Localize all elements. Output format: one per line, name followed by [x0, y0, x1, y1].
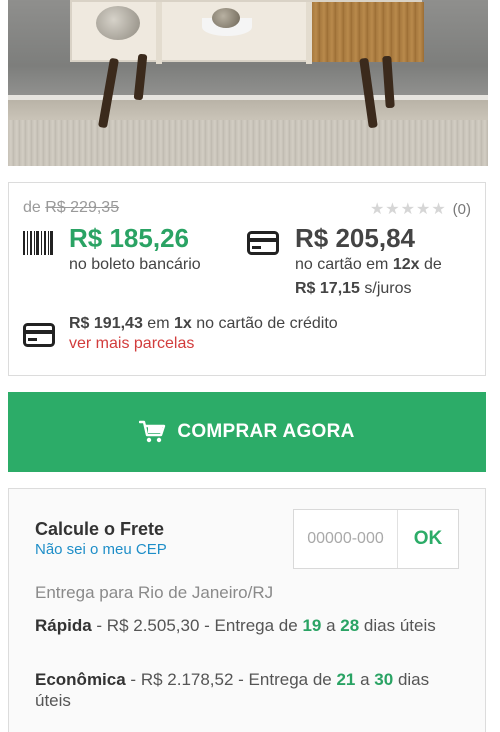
old-price-row: de R$ 229,35 — [23, 199, 119, 217]
unknown-cep-link[interactable]: Não sei o meu CEP — [35, 541, 167, 558]
single-payment-suffix: no cartão de crédito — [196, 315, 338, 332]
shipping-between: a — [355, 670, 375, 689]
cep-ok-button[interactable]: OK — [398, 510, 458, 568]
shipping-separator: - — [91, 616, 107, 635]
boleto-note: no boleto bancário — [69, 256, 201, 273]
card-price: R$ 205,84 — [295, 223, 415, 253]
star-icon: ★★★★★ — [369, 201, 447, 218]
single-payment-price: R$ 191,43 — [69, 315, 143, 332]
shipping-option: Econômica - R$ 2.178,52 - Entrega de 21 … — [35, 669, 467, 711]
old-price: R$ 229,35 — [45, 199, 120, 216]
buy-now-button[interactable]: COMPRAR AGORA — [8, 392, 486, 472]
card-installments: 12x — [392, 256, 420, 273]
cep-input[interactable] — [294, 510, 398, 568]
more-installments-link[interactable]: ver mais parcelas — [69, 335, 194, 353]
shipping-separator: - — [125, 670, 141, 689]
cart-icon — [139, 420, 166, 443]
shipping-separator: - Entrega de — [233, 670, 337, 689]
image-rug — [8, 120, 488, 166]
shipping-min-days: 19 — [302, 616, 322, 635]
credit-card-icon — [247, 231, 279, 255]
freight-title: Calcule o Frete — [35, 519, 165, 539]
shipping-min-days: 21 — [336, 670, 356, 689]
old-price-prefix: de — [23, 199, 41, 216]
rating[interactable]: ★★★★★ (0) — [370, 199, 471, 219]
single-payment-line: R$ 191,43 em 1x no cartão de crédito — [69, 315, 338, 333]
image-cabinet — [70, 0, 424, 64]
card-installment-value-note: R$ 17,15 s/juros — [295, 280, 412, 298]
shipping-option: Rápida - R$ 2.505,30 - Entrega de 19 a 2… — [35, 615, 467, 636]
card-note-prefix: no cartão em — [295, 256, 389, 273]
image-wood-door — [312, 2, 424, 62]
cep-form: OK — [293, 509, 459, 569]
shipping-max-days: 28 — [340, 616, 360, 635]
price-box: de R$ 229,35 ★★★★★ (0) R$ 185,26 no bole… — [8, 182, 486, 376]
image-decor-ball — [212, 8, 240, 28]
credit-card-icon — [23, 323, 55, 347]
deliver-to-label: Entrega para Rio de Janeiro/RJ — [35, 583, 274, 602]
product-image — [8, 0, 488, 166]
rating-count: (0) — [452, 200, 471, 218]
shipping-option-price: R$ 2.505,30 — [106, 616, 200, 635]
shipping-option-price: R$ 2.178,52 — [140, 670, 234, 689]
image-vase — [96, 6, 140, 40]
buy-now-label: COMPRAR AGORA — [177, 421, 355, 442]
shipping-option-name: Rápida — [35, 616, 92, 635]
card-installments-note: no cartão em 12x de — [295, 256, 442, 274]
shipping-max-days: 30 — [374, 670, 394, 689]
shipping-separator: - Entrega de — [199, 616, 303, 635]
single-payment-mid: em — [147, 315, 170, 332]
card-installment-value: R$ 17,15 — [295, 280, 360, 297]
image-shelf-divider — [156, 2, 162, 64]
shipping-suffix: dias úteis — [359, 616, 436, 635]
card-note-suffix: de — [424, 256, 442, 273]
shipping-option-name: Econômica — [35, 670, 126, 689]
card-interest-note: s/juros — [364, 280, 412, 297]
freight-box: Calcule o Frete Não sei o meu CEP OK Ent… — [8, 488, 486, 732]
shipping-between: a — [321, 616, 341, 635]
boleto-price: R$ 185,26 — [69, 223, 189, 253]
single-payment-count: 1x — [173, 315, 192, 332]
barcode-icon — [23, 231, 53, 255]
